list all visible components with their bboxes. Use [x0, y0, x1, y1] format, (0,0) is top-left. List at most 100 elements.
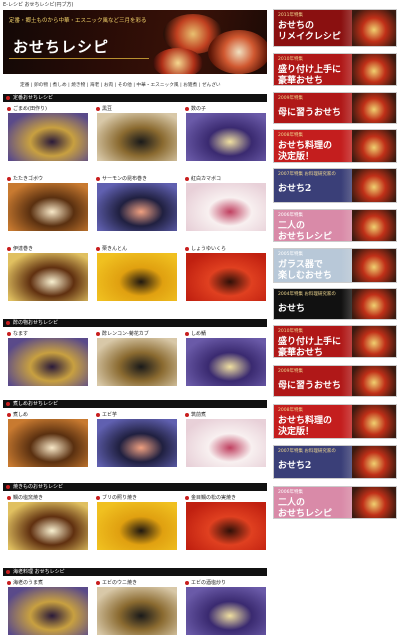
category-link[interactable]: 中華・エスニック風	[136, 83, 178, 88]
banner-year: 2004年特集 お料理研究家の	[278, 292, 336, 297]
feature-banner[interactable]: 2009年特集 母に習うおせち	[273, 365, 397, 397]
recipe-name: ごまめ(田作り)	[13, 106, 47, 112]
recipe-photo[interactable]	[186, 502, 266, 550]
recipe-photo[interactable]	[97, 113, 177, 161]
feature-banner[interactable]: 2008年特集 おせち料理の 決定版！	[273, 129, 397, 163]
recipe-photo[interactable]	[186, 419, 266, 467]
recipe-name: 紅白カマボコ	[191, 176, 222, 182]
banner-title-line2: 決定版！	[278, 152, 315, 162]
section-bullet-icon	[6, 95, 10, 100]
banner-photo	[352, 169, 396, 202]
recipe-link[interactable]: しめ鯖	[185, 330, 206, 337]
bullet-icon	[185, 176, 189, 181]
bullet-icon	[96, 331, 100, 336]
bullet-icon	[185, 412, 189, 417]
recipe-link[interactable]: 鯛の塩窯焼き	[7, 494, 43, 501]
bullet-icon	[96, 412, 100, 417]
recipe-link[interactable]: たたきゴボウ	[7, 175, 43, 182]
banner-title-line2: おせちレシピ	[278, 232, 333, 242]
banner-photo	[352, 326, 396, 357]
recipe-link[interactable]: エビ芋	[96, 411, 117, 418]
feature-banner[interactable]: 2006年特集 二人の おせちレシピ	[273, 209, 397, 242]
recipe-photo[interactable]	[186, 183, 266, 231]
recipe-link[interactable]: ごまめ(田作り)	[7, 105, 47, 112]
breadcrumb[interactable]: E-レシピ おせちレシピ(円ブ方)	[3, 1, 73, 8]
recipe-photo[interactable]	[8, 113, 88, 161]
feature-banner[interactable]: 2006年特集 二人の おせちレシピ	[273, 486, 397, 519]
category-link[interactable]: お肉	[104, 83, 113, 88]
recipe-photo[interactable]	[186, 113, 266, 161]
recipe-link[interactable]: サーモンの昆布巻き	[96, 175, 147, 182]
banner-title: おせち2	[278, 461, 312, 471]
recipe-link[interactable]: 海老のうま煮	[7, 579, 43, 586]
recipe-link[interactable]: ブリの照り焼き	[96, 494, 137, 501]
feature-banner[interactable]: 2010年特集 盛り付け上手に 豪華おせち	[273, 325, 397, 358]
recipe-link[interactable]: 金目鯛の松の実焼き	[185, 494, 236, 501]
recipe-link[interactable]: 黒豆	[96, 105, 112, 112]
category-link[interactable]: お雑煮	[183, 83, 197, 88]
feature-banner[interactable]: 2011年特集 おせちの リメイクレシピ	[273, 9, 397, 47]
recipe-link[interactable]: 酢レンコン-菊花カブ	[96, 330, 149, 337]
recipe-photo[interactable]	[97, 253, 177, 301]
recipe-name: 海老のうま煮	[13, 580, 44, 586]
recipe-link[interactable]: 紅白カマボコ	[185, 175, 221, 182]
recipe-photo[interactable]	[186, 587, 266, 635]
recipe-link[interactable]: 栗きんとん	[96, 245, 127, 252]
recipe-photo[interactable]	[97, 338, 177, 386]
recipe-name: サーモンの昆布巻き	[102, 176, 148, 182]
recipe-photo[interactable]	[97, 587, 177, 635]
bullet-icon	[7, 412, 11, 417]
recipe-link[interactable]: 数の子	[185, 105, 206, 112]
recipe-link[interactable]: 煮しめ	[7, 411, 28, 418]
banner-photo	[352, 130, 396, 162]
recipe-link[interactable]: エビの酒塩炒り	[185, 579, 226, 586]
hero-divider	[9, 58, 149, 59]
category-link[interactable]: 焼き物	[71, 83, 85, 88]
section-header: 海老料理 おせちレシピ	[3, 568, 267, 576]
recipe-name: 数の子	[191, 106, 207, 112]
recipe-photo[interactable]	[186, 338, 266, 386]
banner-title-line2: 豪華おせち	[278, 348, 324, 358]
category-link[interactable]: その他	[118, 83, 132, 88]
feature-banner[interactable]: 2007年特集 お料理研究家の おせち2	[273, 445, 397, 479]
category-link[interactable]: 海老	[90, 83, 99, 88]
recipe-photo[interactable]	[8, 338, 88, 386]
banner-photo	[352, 487, 396, 518]
recipe-photo[interactable]	[97, 502, 177, 550]
recipe-link[interactable]: 筑前煮	[185, 411, 206, 418]
hero-banner: 定番・郷土ものから中華・エスニック風など三月を彩る おせちレシピ	[3, 10, 267, 74]
bullet-icon	[185, 246, 189, 251]
banner-title-line2: 決定版！	[278, 427, 315, 437]
recipe-photo[interactable]	[8, 419, 88, 467]
category-link[interactable]: ぜんざい	[202, 83, 221, 88]
bullet-icon	[7, 495, 11, 500]
recipe-photo[interactable]	[8, 253, 88, 301]
recipe-link[interactable]: しょうゆいくら	[185, 245, 226, 252]
recipe-photo[interactable]	[97, 183, 177, 231]
recipe-link[interactable]: エビのウニ焼き	[96, 579, 137, 586]
feature-banner[interactable]: 2010年特集 盛り付け上手に 豪華おせち	[273, 53, 397, 86]
feature-banner[interactable]: 2005年特集 ガラス器で 楽しむおせち	[273, 248, 397, 283]
recipe-name: エビ芋	[102, 412, 118, 418]
recipe-photo[interactable]	[186, 253, 266, 301]
feature-banner[interactable]: 2007年特集 お料理研究家の おせち2	[273, 168, 397, 203]
feature-banner[interactable]: 2004年特集 お料理研究家の おせち	[273, 288, 397, 320]
category-link[interactable]: 煮しめ	[53, 83, 67, 88]
recipe-photo[interactable]	[97, 419, 177, 467]
recipe-photo[interactable]	[8, 502, 88, 550]
recipe-link[interactable]: なます	[7, 330, 28, 337]
section-title: 海老料理 おせちレシピ	[13, 569, 65, 575]
recipe-link[interactable]: 伊達巻き	[7, 245, 33, 252]
section-header: 定番おせちレシピ	[3, 94, 267, 102]
category-link[interactable]: 定番	[20, 83, 29, 88]
category-link[interactable]: 卵の物	[34, 83, 48, 88]
hero-subtitle: 定番・郷土ものから中華・エスニック風など三月を彩る	[9, 18, 147, 24]
section-title: 煮しめおせちレシピ	[13, 401, 59, 407]
feature-banner[interactable]: 2009年特集 母に習うおせち	[273, 92, 397, 124]
section-bullet-icon	[6, 320, 10, 325]
feature-banner[interactable]: 2008年特集 おせち料理の 決定版！	[273, 404, 397, 439]
recipe-photo[interactable]	[8, 183, 88, 231]
bullet-icon	[185, 495, 189, 500]
recipe-photo[interactable]	[8, 587, 88, 635]
bullet-icon	[96, 176, 100, 181]
